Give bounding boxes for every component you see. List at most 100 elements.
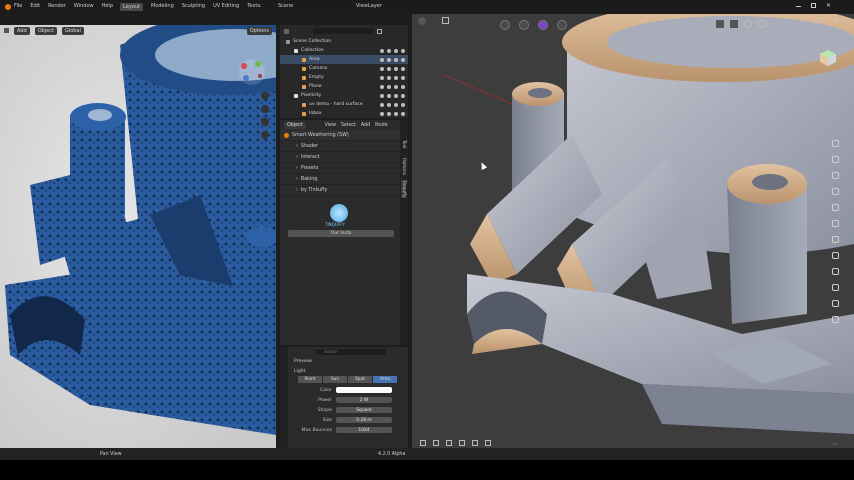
light-panel[interactable]: Light bbox=[294, 366, 408, 376]
outliner-row[interactable]: Collection bbox=[280, 46, 408, 55]
light-type-area[interactable]: Area bbox=[373, 376, 398, 383]
eye-icon[interactable] bbox=[387, 75, 391, 80]
checkbox-icon[interactable] bbox=[380, 102, 384, 107]
property-field[interactable]: 0.28 m bbox=[336, 417, 392, 423]
addon-section[interactable]: › by Tinkuffy bbox=[280, 185, 408, 196]
checkbox-icon[interactable] bbox=[380, 66, 384, 71]
eye-icon[interactable] bbox=[387, 48, 391, 53]
camera-icon[interactable] bbox=[394, 93, 398, 98]
camera-icon[interactable] bbox=[394, 48, 398, 53]
property-field[interactable]: 2 W bbox=[336, 397, 392, 403]
preview-panel[interactable]: Preview bbox=[294, 356, 408, 366]
outliner-row[interactable]: Pixelicity bbox=[280, 91, 408, 100]
tab-uv-editing[interactable]: UV Editing bbox=[213, 3, 239, 11]
render-icon[interactable] bbox=[401, 48, 405, 53]
addon-section[interactable]: › Presets bbox=[280, 163, 408, 174]
checkbox-icon[interactable] bbox=[380, 48, 384, 53]
editor-type-icon-right[interactable] bbox=[418, 17, 426, 25]
add-menu[interactable]: Add bbox=[14, 26, 30, 35]
camera-icon[interactable] bbox=[394, 111, 398, 116]
object-menu[interactable]: Object bbox=[34, 26, 57, 35]
addon-section[interactable]: › Interact bbox=[280, 152, 408, 163]
layers-icon[interactable] bbox=[716, 20, 724, 28]
add-menu-node[interactable]: Add bbox=[361, 123, 370, 128]
outliner-row[interactable]: uv demo - hard surface bbox=[280, 100, 408, 109]
blender-icon[interactable] bbox=[5, 4, 11, 10]
checkbox-icon[interactable] bbox=[380, 57, 384, 62]
navigation-gizmo[interactable] bbox=[238, 58, 266, 86]
select-menu[interactable]: Select bbox=[341, 123, 356, 128]
editor-type-icon[interactable] bbox=[4, 28, 9, 33]
outliner-row[interactable]: Plane bbox=[280, 82, 408, 91]
eye-icon[interactable] bbox=[387, 84, 391, 89]
eye-icon[interactable] bbox=[387, 111, 391, 116]
solid-shading-icon[interactable] bbox=[538, 20, 548, 30]
knife-icon[interactable] bbox=[832, 252, 839, 259]
maximize-icon[interactable]: ☐ bbox=[815, 18, 820, 25]
tab-modeling[interactable]: Modeling bbox=[151, 3, 174, 11]
outliner-row[interactable]: Camera bbox=[280, 64, 408, 73]
outliner-row[interactable]: Area bbox=[280, 55, 408, 64]
render-icon[interactable] bbox=[401, 111, 405, 116]
camera-icon[interactable] bbox=[394, 66, 398, 71]
tab-layout[interactable]: Layout bbox=[120, 3, 143, 11]
eye-icon[interactable] bbox=[387, 66, 391, 71]
box-icon[interactable] bbox=[832, 220, 839, 227]
move-icon[interactable] bbox=[420, 440, 426, 446]
render-icon[interactable] bbox=[401, 57, 405, 62]
filter-icon[interactable] bbox=[377, 28, 382, 34]
checkbox-icon[interactable] bbox=[380, 93, 384, 98]
scale-icon[interactable] bbox=[446, 440, 452, 446]
menu-render[interactable]: Render bbox=[48, 3, 66, 9]
camera-icon[interactable] bbox=[394, 102, 398, 107]
menu-help[interactable]: Help bbox=[102, 3, 113, 9]
select-icon[interactable] bbox=[832, 188, 839, 195]
camera-icon[interactable] bbox=[394, 84, 398, 89]
outliner-row[interactable]: Empty bbox=[280, 73, 408, 82]
hook-icon[interactable] bbox=[832, 236, 839, 243]
property-field[interactable]: Square bbox=[336, 407, 392, 413]
property-field[interactable]: 1024 bbox=[336, 427, 392, 433]
eye-icon[interactable] bbox=[387, 102, 391, 107]
more-options-icon[interactable]: ⋯ bbox=[832, 441, 838, 448]
render-icon[interactable] bbox=[401, 102, 405, 107]
outliner-editor-icon[interactable] bbox=[284, 28, 289, 34]
tab-options[interactable]: Options bbox=[401, 158, 406, 175]
camera-add-icon[interactable] bbox=[832, 316, 839, 323]
checkbox-icon[interactable] bbox=[380, 111, 384, 116]
addon-section[interactable]: › Baking bbox=[280, 174, 408, 185]
mirror-icon[interactable] bbox=[485, 440, 491, 446]
minimize-icon[interactable] bbox=[796, 6, 801, 7]
zoom-icon[interactable] bbox=[261, 92, 269, 100]
checkbox-icon[interactable] bbox=[380, 84, 384, 89]
light-type-sun[interactable]: Sun bbox=[323, 376, 348, 383]
globe-icon[interactable] bbox=[758, 20, 766, 28]
rotate-icon[interactable] bbox=[433, 440, 439, 446]
camera-icon[interactable] bbox=[261, 118, 269, 126]
grid-icon[interactable] bbox=[261, 131, 269, 139]
property-field[interactable] bbox=[336, 387, 392, 393]
menu-file[interactable]: File bbox=[14, 3, 22, 9]
cube-add-icon[interactable] bbox=[832, 300, 839, 307]
node-menu[interactable]: Node bbox=[375, 123, 388, 128]
search-input[interactable] bbox=[313, 28, 373, 34]
outliner-row[interactable]: Scene Collection bbox=[280, 37, 408, 46]
maximize-icon[interactable] bbox=[811, 3, 816, 8]
overlay-icon[interactable] bbox=[500, 20, 510, 30]
pan-icon[interactable] bbox=[261, 105, 269, 113]
scene-selector[interactable]: Scene bbox=[278, 3, 293, 9]
addon-section[interactable]: › Shader bbox=[280, 141, 408, 152]
render-icon[interactable] bbox=[401, 84, 405, 89]
sphere-icon[interactable] bbox=[832, 284, 839, 291]
right-viewport[interactable] bbox=[412, 14, 854, 448]
render-icon[interactable] bbox=[401, 75, 405, 80]
left-viewport[interactable] bbox=[0, 25, 276, 448]
cursor-icon[interactable] bbox=[832, 172, 839, 179]
tab-texture[interactable]: Textu bbox=[247, 3, 260, 11]
tab-tinquffy[interactable]: Tinquffy bbox=[401, 180, 406, 198]
menu-edit[interactable]: Edit bbox=[30, 3, 40, 9]
view-menu[interactable]: View bbox=[325, 123, 336, 128]
properties-search[interactable]: Search bbox=[316, 348, 386, 355]
close-icon[interactable]: ✕ bbox=[832, 18, 837, 25]
minimize-icon[interactable]: – bbox=[800, 18, 803, 25]
